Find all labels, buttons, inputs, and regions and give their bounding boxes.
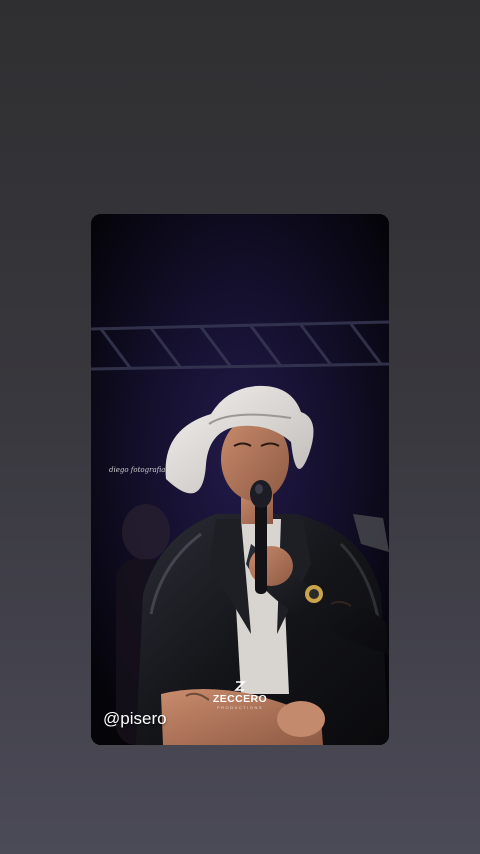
zeccero-logo-icon (234, 681, 246, 691)
zeccero-logo: ZECCERO PRODUCTIONS (208, 680, 272, 710)
photographer-signature: diego fotografia (109, 466, 166, 474)
logo-subtitle: PRODUCTIONS (216, 705, 264, 710)
story-card[interactable]: diego fotografia ZECCERO PRODUCTIONS @pi… (91, 214, 389, 745)
mention-tag[interactable]: @pisero (103, 709, 167, 729)
concert-photo (91, 214, 389, 745)
logo-name: ZECCERO (212, 693, 268, 705)
